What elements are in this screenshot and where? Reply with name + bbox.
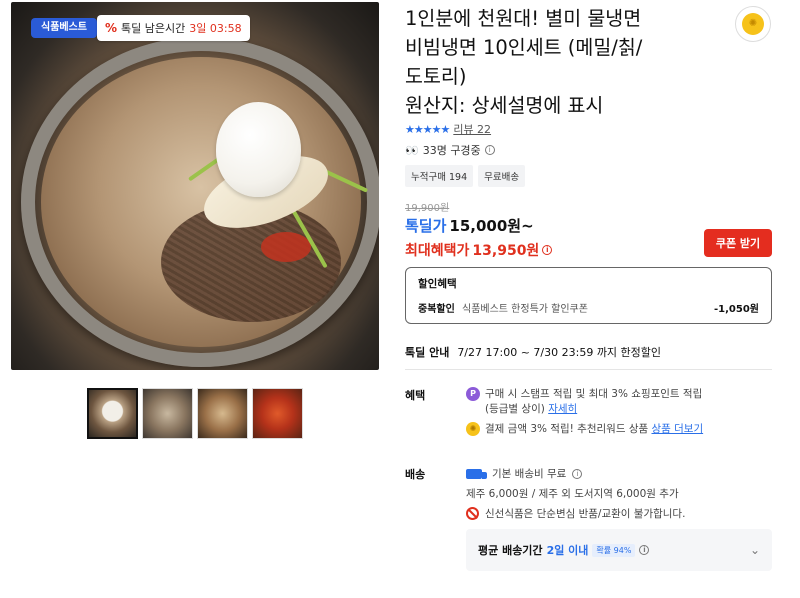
title-line: 1인분에 천원대! 별미 물냉면	[405, 7, 642, 30]
thumbnail-3[interactable]	[197, 388, 248, 439]
shipping-fresh-text: 신선식품은 단순변심 반품/교환이 불가합니다.	[485, 508, 686, 520]
product-title: 1인분에 천원대! 별미 물냉면 비빔냉면 10인세트 (메밀/칡/ 도토리) …	[405, 4, 725, 120]
deal-info: 톡딜 안내 7/27 17:00 ~ 7/30 23:59 까지 한정할인	[405, 344, 661, 360]
discount-heading: 할인혜택	[418, 278, 457, 290]
eyes-icon: 👀	[405, 143, 419, 157]
info-icon[interactable]: i	[572, 468, 583, 479]
truck-icon	[466, 468, 487, 479]
star-rating-icon: ★★★★★	[405, 122, 450, 136]
max-price-label: 최대혜택가	[405, 243, 470, 259]
no-return-icon	[466, 507, 479, 520]
shipping-label: 배송	[405, 468, 426, 481]
chevron-down-icon: ⌄	[749, 543, 760, 557]
info-icon[interactable]: i	[542, 245, 553, 255]
divider	[405, 369, 772, 370]
deal-info-label: 톡딜 안내	[405, 346, 450, 359]
discount-row: 중복할인 식품베스트 한정특가 할인쿠폰 -1,050원	[418, 300, 759, 315]
chip-free-shipping: 무료배송	[478, 165, 526, 187]
thumbnail-4[interactable]	[252, 388, 303, 439]
benefit-reward-text: 결제 금액 3% 적립! 추천리워드 상품	[485, 423, 649, 435]
rating-row: ★★★★★ 리뷰 22	[405, 121, 491, 137]
product-chips: 누적구매 194 무료배송	[405, 165, 526, 187]
max-benefit-price: 최대혜택가 13,950원 i	[405, 240, 553, 260]
store-badge: 식품베스트	[31, 18, 97, 38]
chip-purchases: 누적구매 194	[405, 165, 474, 187]
store-logo-icon: ✺	[742, 13, 764, 35]
benefit-stamp-text: 구매 시 스탬프 적립 및 최대 3% 쇼핑포인트 적립	[485, 388, 703, 400]
thumbnail-strip	[87, 388, 303, 439]
benefit-detail-link[interactable]: 자세히	[548, 403, 577, 415]
thumbnail-2[interactable]	[142, 388, 193, 439]
viewing-text: 33명 구경중	[422, 144, 481, 157]
shipping-basic-text: 기본 배송비 무료	[492, 468, 567, 480]
delivery-probability-badge: 확률 94%	[592, 543, 636, 557]
benefit-stamp-row: P 구매 시 스탬프 적립 및 최대 3% 쇼핑포인트 적립 (등급별 상이) …	[466, 387, 702, 417]
point-icon: P	[466, 387, 480, 401]
deal-timer-badge: % 톡딜 남은시간 3일 03:58	[97, 15, 250, 41]
shipping-extra-text: 제주 6,000원 / 제주 외 도서지역 6,000원 추가	[466, 488, 679, 500]
discount-row-desc: 식품베스트 한정특가 할인쿠폰	[462, 304, 588, 315]
more-products-link[interactable]: 상품 더보기	[651, 423, 703, 435]
max-price-value: 13,950원	[472, 243, 540, 259]
viewing-count: 👀 33명 구경중 i	[405, 142, 495, 158]
deal-price-label: 톡딜가	[405, 217, 447, 235]
avg-delivery-label: 평균 배송기간	[478, 544, 543, 557]
reviews-link[interactable]: 리뷰 22	[453, 121, 491, 137]
discount-amount: -1,050원	[714, 304, 759, 315]
title-line: 도토리)	[405, 65, 467, 88]
coupon-button[interactable]: 쿠폰 받기	[704, 229, 772, 257]
timer-label: 톡딜 남은시간	[121, 22, 186, 35]
shipping-fresh-row: 신선식품은 단순변심 반품/교환이 불가합니다.	[466, 506, 685, 521]
store-logo[interactable]: ✺	[735, 6, 771, 42]
timer-value: 3일 03:58	[189, 22, 242, 35]
deal-price: 톡딜가 15,000원~	[405, 215, 534, 236]
boiled-egg	[216, 102, 301, 197]
deal-info-period: 7/27 17:00 ~ 7/30 23:59 까지 한정할인	[457, 346, 662, 359]
chili-sauce	[261, 232, 311, 262]
original-price: 19,900원	[405, 203, 450, 214]
reward-icon: ✺	[466, 422, 480, 436]
thumbnail-1[interactable]	[87, 388, 138, 439]
discount-row-label: 중복할인	[418, 304, 455, 315]
benefit-reward-row: ✺ 결제 금액 3% 적립! 추천리워드 상품 상품 더보기	[466, 422, 703, 437]
title-line: 원산지: 상세설명에 표시	[405, 94, 604, 117]
shipping-extra-row: 제주 6,000원 / 제주 외 도서지역 6,000원 추가	[466, 486, 679, 501]
benefits-label: 혜택	[405, 389, 426, 402]
title-line: 비빔냉면 10인세트 (메밀/칡/	[405, 36, 643, 59]
avg-delivery-value: 2일 이내	[546, 544, 589, 557]
benefit-stamp-sub: (등급별 상이)	[485, 403, 545, 415]
avg-delivery-dropdown[interactable]: 평균 배송기간 2일 이내 확률 94% i ⌄	[466, 529, 772, 571]
info-icon[interactable]: i	[484, 145, 495, 155]
percent-icon: %	[105, 21, 118, 35]
deal-price-value: 15,000원~	[449, 217, 534, 235]
discount-box: 할인혜택 중복할인 식품베스트 한정특가 할인쿠폰 -1,050원	[405, 267, 772, 324]
shipping-basic-row: 기본 배송비 무료 i	[466, 466, 583, 481]
info-icon[interactable]: i	[639, 545, 650, 555]
product-main-image: 식품베스트 % 톡딜 남은시간 3일 03:58	[11, 2, 379, 370]
